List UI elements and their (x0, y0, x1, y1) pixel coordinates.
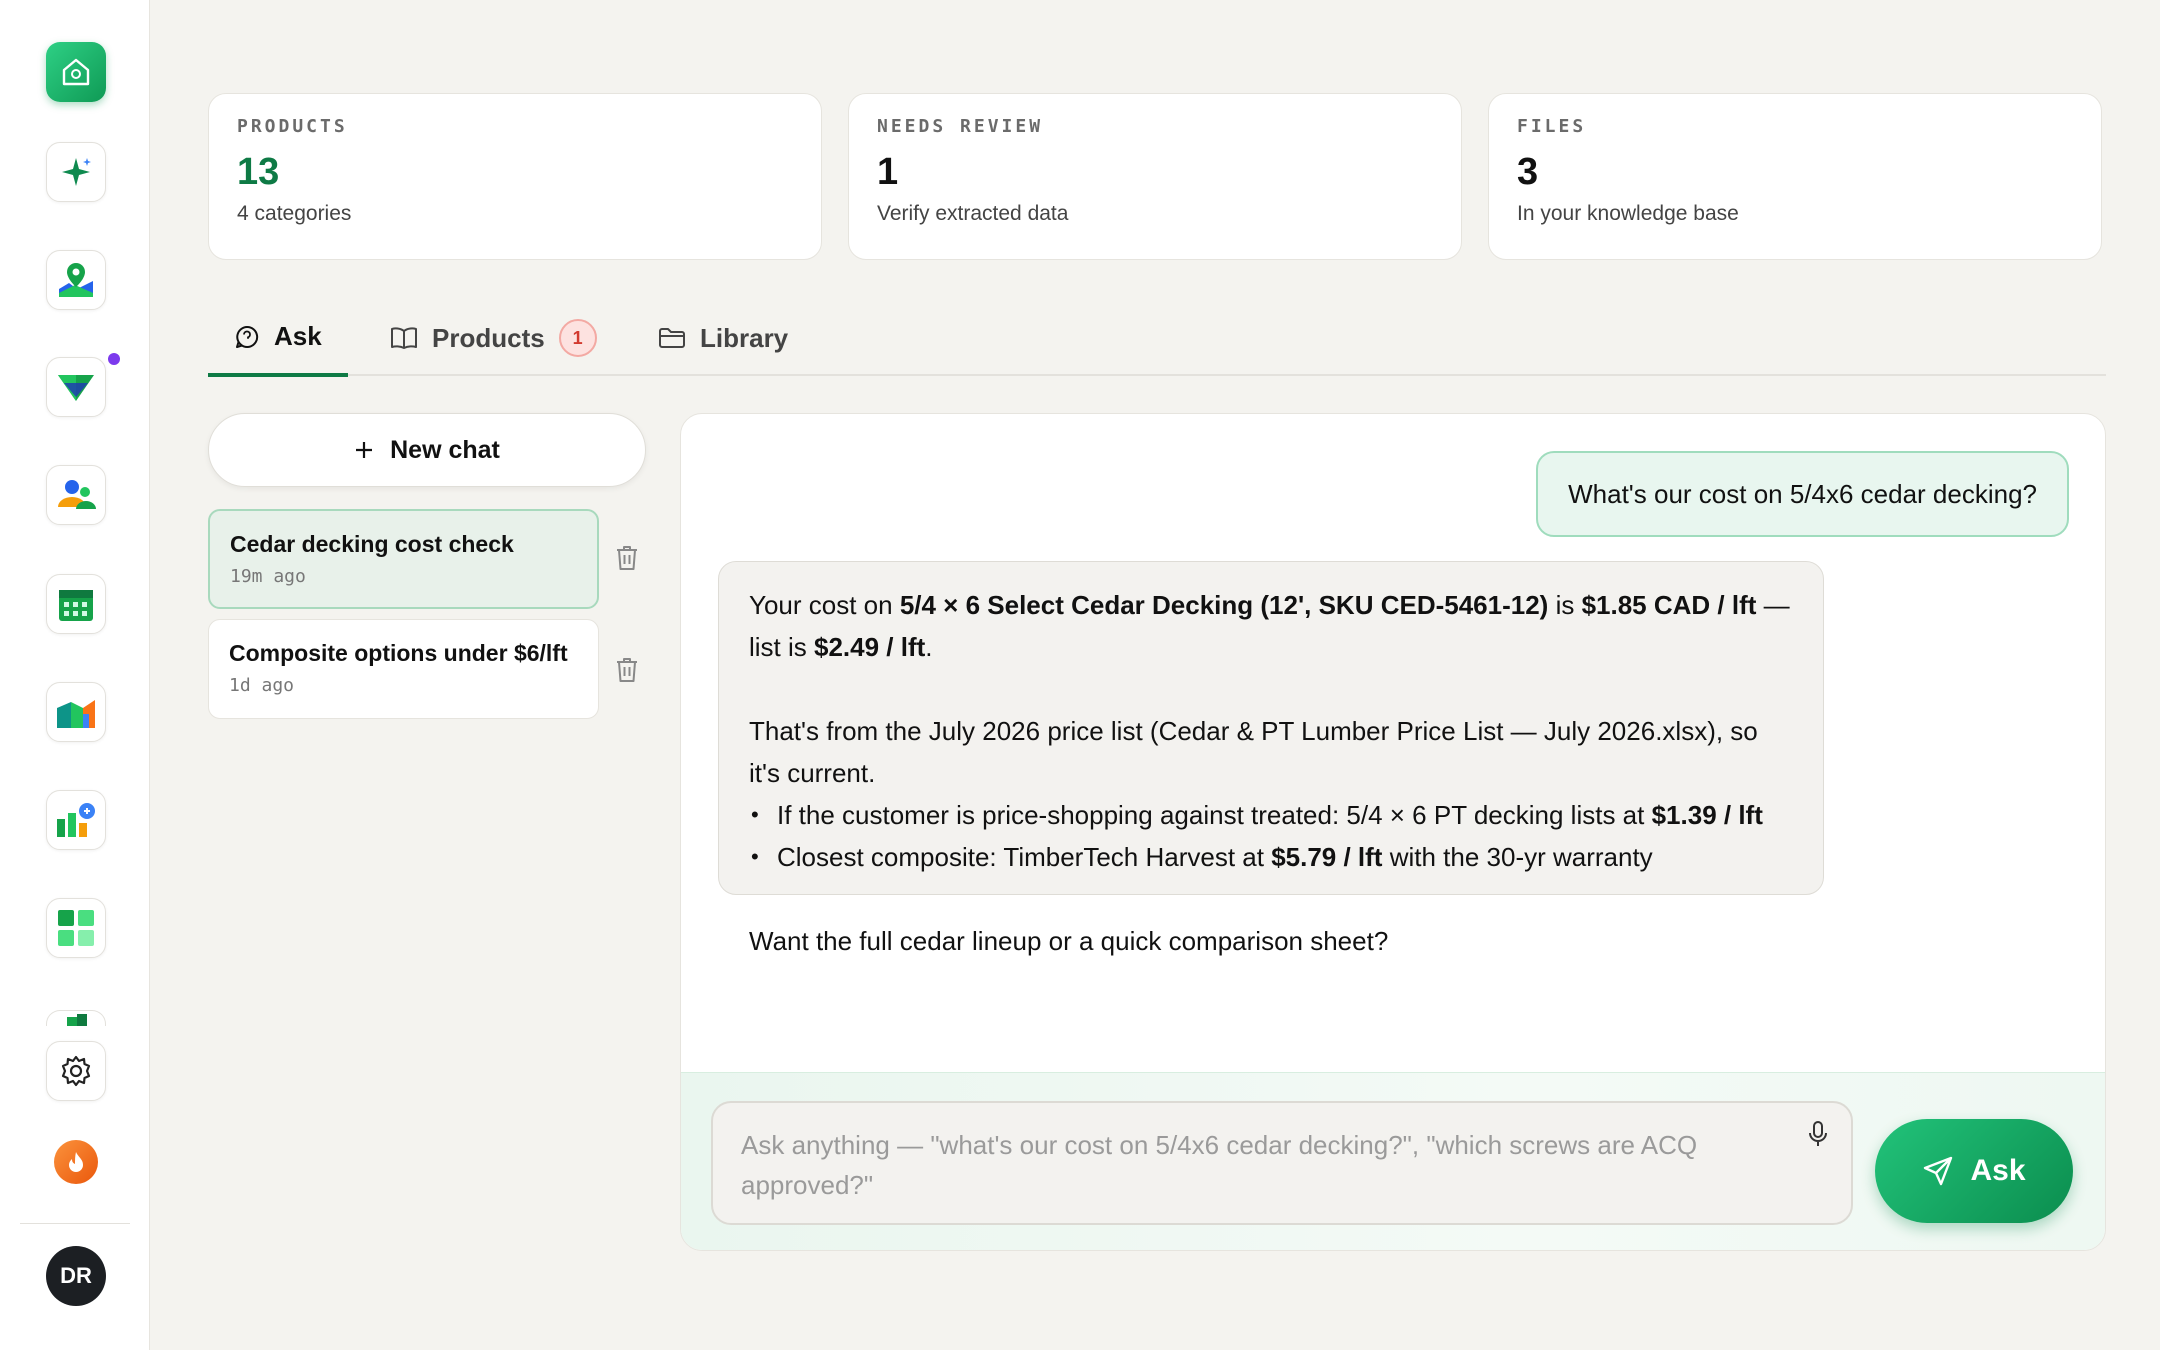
flame-icon[interactable] (54, 1140, 98, 1184)
text: Closest composite: TimberTech Harvest at (777, 842, 1272, 872)
more-apps-icon[interactable] (46, 1010, 106, 1026)
sidebar-divider (20, 1223, 130, 1224)
text: is (1548, 590, 1582, 620)
folder-icon (659, 328, 685, 348)
user-message: What's our cost on 5/4x6 cedar decking? (1536, 451, 2069, 537)
text: . (925, 632, 933, 662)
composite-price: $5.79 / lft (1271, 842, 1383, 872)
new-chat-button[interactable]: New chat (208, 413, 646, 487)
new-chat-label: New chat (390, 435, 500, 464)
stat-value: 13 (237, 151, 280, 193)
chat-panel: What's our cost on 5/4x6 cedar decking? … (680, 413, 2106, 1251)
book-icon (391, 327, 417, 349)
tab-ask[interactable]: Ask (208, 300, 348, 377)
tab-library-label: Library (700, 322, 789, 353)
microphone-icon[interactable] (1807, 1119, 1829, 1149)
source-paragraph: That's from the July 2026 price list (Ce… (749, 716, 1758, 788)
avatar[interactable]: DR (46, 1246, 106, 1306)
ask-button-label: Ask (1970, 1154, 2026, 1187)
notification-dot (108, 353, 120, 365)
stat-sub: In your knowledge base (1517, 202, 1739, 225)
chart-icon[interactable] (46, 682, 106, 742)
text: Your cost on (749, 590, 900, 620)
tab-library[interactable]: Library (632, 300, 814, 376)
stat-value: 3 (1517, 151, 1539, 193)
cost-value: $1.85 CAD / lft (1581, 590, 1757, 620)
text: If the customer is price-shopping agains… (777, 800, 1652, 830)
answer-paragraph: Your cost on 5/4 × 6 Select Cedar Deckin… (749, 584, 1793, 668)
map-icon[interactable] (46, 250, 106, 310)
plus-icon (356, 442, 373, 458)
composer: Ask anything — "what's our cost on 5/4x6… (681, 1072, 2105, 1250)
stat-card-products: PRODUCTS 13 4 categories (208, 93, 822, 260)
trash-icon[interactable] (614, 656, 640, 684)
pt-price: $1.39 / lft (1651, 800, 1763, 830)
tab-products[interactable]: Products 1 (364, 300, 623, 376)
chat-time: 19m ago (230, 566, 306, 587)
calendar-icon[interactable] (46, 574, 106, 634)
sparkle-icon[interactable] (46, 142, 106, 202)
stat-card-needs-review: NEEDS REVIEW 1 Verify extracted data (848, 93, 1462, 260)
stat-value: 1 (877, 151, 899, 193)
ask-button[interactable]: Ask (1875, 1119, 2073, 1223)
chat-title: Composite options under $6/lft (229, 640, 568, 666)
stat-label: PRODUCTS (237, 116, 348, 137)
list-value: $2.49 / lft (814, 632, 926, 662)
tab-products-label: Products (432, 322, 545, 353)
text: with the 30-yr warranty (1382, 842, 1653, 872)
bullet-item: Closest composite: TimberTech Harvest at… (749, 836, 1793, 878)
grid-icon[interactable] (46, 898, 106, 958)
chat-time: 1d ago (229, 675, 295, 696)
assistant-message: Your cost on 5/4 × 6 Select Cedar Deckin… (718, 561, 1824, 956)
team-icon[interactable] (46, 465, 106, 525)
stat-sub: Verify extracted data (877, 202, 1069, 225)
bullet-item: If the customer is price-shopping agains… (749, 794, 1793, 836)
stat-sub: 4 categories (237, 202, 352, 225)
ask-input[interactable]: Ask anything — "what's our cost on 5/4x6… (711, 1101, 1853, 1225)
product-name: 5/4 × 6 Select Cedar Decking (12', SKU C… (899, 590, 1549, 620)
stat-label: NEEDS REVIEW (877, 116, 1044, 137)
trash-icon[interactable] (614, 544, 640, 572)
send-icon (1924, 1156, 1953, 1186)
chat-item[interactable]: Composite options under $6/lft 1d ago (208, 619, 599, 719)
settings-icon[interactable] (46, 1041, 106, 1101)
home-icon[interactable] (46, 42, 106, 102)
followup-question: Want the full cedar lineup or a quick co… (749, 926, 1389, 956)
stat-card-files: FILES 3 In your knowledge base (1488, 93, 2102, 260)
tab-bar: Ask Products 1 Library (208, 300, 2106, 377)
shield-icon[interactable] (46, 357, 106, 417)
chat-bubble-icon (236, 325, 259, 348)
sidebar: DR (0, 0, 150, 1350)
stat-label: FILES (1517, 116, 1587, 137)
chat-title: Cedar decking cost check (230, 531, 514, 557)
insights-icon[interactable] (46, 790, 106, 850)
products-badge: 1 (558, 319, 597, 357)
chat-item[interactable]: Cedar decking cost check 19m ago (208, 509, 599, 609)
tab-ask-label: Ask (274, 321, 322, 351)
